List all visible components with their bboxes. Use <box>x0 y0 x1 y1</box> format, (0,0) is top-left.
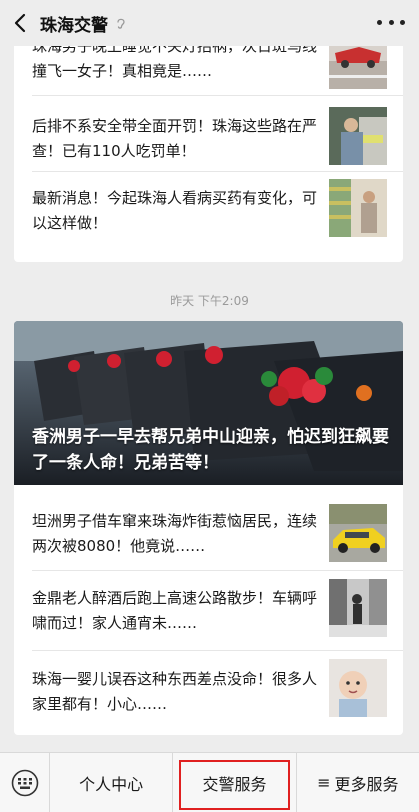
list-item[interactable]: 珠海一婴儿误吞这种东西差点没命！很多人家里都有！小心…… <box>14 651 403 735</box>
back-arrow-icon <box>14 13 26 33</box>
highlight-box <box>179 759 290 810</box>
article-title: 后排不系安全带全面开罚！珠海这些路在严查！已有110人吃罚单！ <box>32 117 318 160</box>
ear-icon[interactable] <box>114 16 128 30</box>
keyboard-toggle-button[interactable] <box>0 752 50 812</box>
bottom-menu-bar: 个人中心 交警服务 ≡ 更多服务 <box>0 752 419 812</box>
page-title: 珠海交警 <box>40 15 108 36</box>
menu-icon: ≡ <box>317 773 331 792</box>
article-title: 最新消息！今起珠海人看病买药有变化，可以这样做！ <box>32 189 318 232</box>
list-item[interactable]: 金鼎老人醉酒后跑上高速公路散步！车辆呼啸而过！家人通宵未…… <box>14 571 403 651</box>
more-dots-icon <box>377 19 382 25</box>
menu-label: 个人中心 <box>79 774 144 794</box>
menu-traffic-police-service[interactable]: 交警服务 <box>173 752 297 812</box>
list-item[interactable]: 坦洲男子借车窜来珠海炸街惹恼居民，连续两次被8080！他竟说…… <box>14 497 403 571</box>
article-title: 珠海一婴儿误吞这种东西差点没命！很多人家里都有！小心…… <box>32 670 318 713</box>
article-thumbnail <box>329 579 387 637</box>
menu-label: 更多服务 <box>334 774 399 794</box>
more-button[interactable] <box>377 12 405 32</box>
article-card-bottom: 香洲男子一早去帮兄弟中山迎亲，怕迟到狂飙要了一条人命！兄弟苦等！ 坦洲男子借车窜… <box>14 321 403 735</box>
list-item[interactable]: 最新消息！今起珠海人看病买药有变化，可以这样做！ <box>14 172 403 244</box>
menu-personal-center[interactable]: 个人中心 <box>50 752 174 812</box>
hero-article-title: 香洲男子一早去帮兄弟中山迎亲，怕迟到狂飙要了一条人命！兄弟苦等！ <box>32 427 389 473</box>
article-thumbnail <box>329 107 387 165</box>
article-title: 金鼎老人醉酒后跑上高速公路散步！车辆呼啸而过！家人通宵未…… <box>32 589 318 632</box>
back-button[interactable] <box>0 0 40 46</box>
article-thumbnail <box>329 504 387 562</box>
list-item[interactable]: 后排不系安全带全面开罚！珠海这些路在严查！已有110人吃罚单！ <box>14 100 403 172</box>
message-timestamp: 昨天 下午2:09 <box>170 294 249 308</box>
divider <box>32 95 403 96</box>
top-bar: 珠海交警 <box>0 0 419 46</box>
article-title: 坦洲男子借车窜来珠海炸街惹恼居民，连续两次被8080！他竟说…… <box>32 512 318 555</box>
hero-article[interactable]: 香洲男子一早去帮兄弟中山迎亲，怕迟到狂飙要了一条人命！兄弟苦等！ <box>14 321 403 485</box>
keyboard-icon <box>11 769 38 796</box>
article-thumbnail <box>329 659 387 717</box>
menu-more-services[interactable]: ≡ 更多服务 <box>297 753 419 812</box>
article-thumbnail <box>329 179 387 237</box>
article-card-top: 珠海男子晚上睡觉不关灯招祸，次日斑马线撞飞一女子！真相竟是…… 后排不系安全带全… <box>14 28 403 262</box>
